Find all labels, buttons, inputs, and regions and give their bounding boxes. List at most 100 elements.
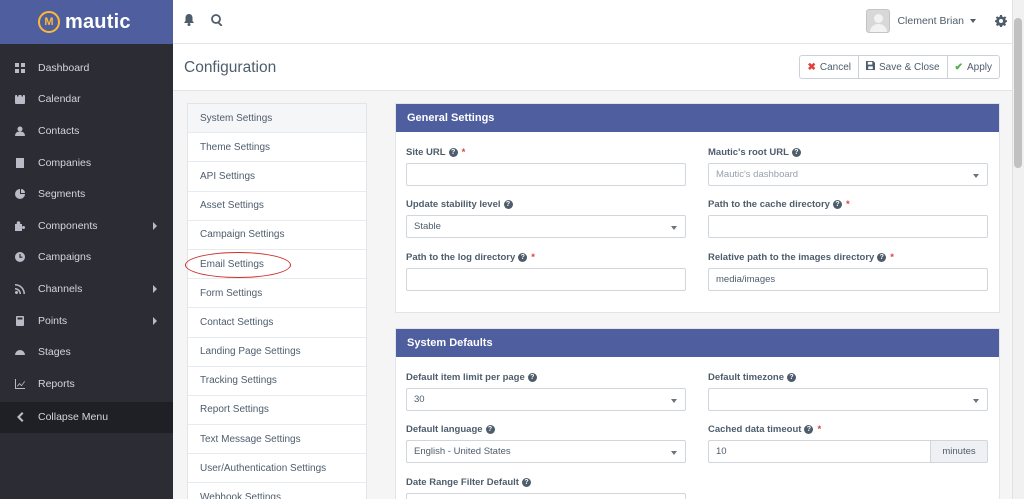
sidebar-item-dashboard[interactable]: Dashboard — [0, 52, 173, 84]
pie-chart-icon — [14, 188, 26, 200]
sidebar-item-calendar[interactable]: Calendar — [0, 84, 173, 116]
sidebar-item-label: Reports — [38, 377, 75, 390]
help-icon[interactable]: ? — [791, 147, 801, 157]
tachometer-icon — [14, 346, 26, 358]
language-select[interactable]: English - United States — [406, 440, 686, 463]
sidebar-item-campaigns[interactable]: Campaigns — [0, 242, 173, 274]
required-marker: * — [845, 198, 850, 210]
sidebar-item-companies[interactable]: Companies — [0, 147, 173, 179]
language-field: Default language? English - United State… — [406, 423, 686, 463]
sidebar-item-label: Points — [38, 314, 68, 327]
settings-tab-text-message[interactable]: Text Message Settings — [188, 425, 366, 455]
sidebar-item-label: Campaigns — [38, 251, 92, 264]
calendar-icon — [14, 93, 26, 105]
sidebar-item-label: Contacts — [38, 124, 80, 137]
cancel-label: Cancel — [819, 61, 851, 73]
page-header: Configuration ✖ Cancel Save & Close ✔ Ap… — [173, 44, 1012, 91]
help-icon[interactable]: ? — [503, 199, 513, 209]
help-icon[interactable]: ? — [518, 252, 528, 262]
check-icon: ✔ — [954, 61, 963, 73]
settings-tab-contact[interactable]: Contact Settings — [188, 308, 366, 338]
help-icon[interactable]: ? — [832, 199, 842, 209]
images-dir-input[interactable]: media/images — [708, 268, 988, 291]
email-settings-highlight-circle — [185, 252, 291, 278]
settings-tab-user-auth[interactable]: User/Authentication Settings — [188, 454, 366, 484]
sidebar-item-points[interactable]: Points — [0, 305, 173, 337]
cache-dir-field: Path to the cache directory? * — [708, 198, 988, 238]
stability-field: Update stability level? Stable — [406, 198, 686, 238]
collapse-menu-button[interactable]: Collapse Menu — [0, 401, 173, 434]
field-label: Path to the cache directory — [708, 198, 830, 210]
help-icon[interactable]: ? — [787, 372, 797, 382]
field-label: Date Range Filter Default — [406, 476, 519, 488]
line-chart-icon — [14, 378, 26, 390]
save-close-button[interactable]: Save & Close — [858, 55, 948, 79]
help-icon[interactable]: ? — [448, 147, 458, 157]
help-icon[interactable]: ? — [485, 424, 495, 434]
cache-timeout-input[interactable]: 10 — [708, 440, 931, 463]
scrollbar-thumb[interactable] — [1014, 18, 1022, 168]
settings-tab-campaign[interactable]: Campaign Settings — [188, 220, 366, 250]
help-icon[interactable]: ? — [877, 252, 887, 262]
images-dir-field: Relative path to the images directory? * … — [708, 251, 988, 291]
sidebar-item-label: Companies — [38, 156, 92, 169]
field-label: Site URL — [406, 146, 446, 158]
user-menu[interactable]: Clement Brian — [866, 9, 976, 33]
system-defaults-panel: System Defaults Default item limit per p… — [395, 328, 1000, 499]
timezone-select[interactable] — [708, 388, 988, 411]
field-label: Path to the log directory — [406, 251, 516, 263]
field-label: Default language — [406, 423, 483, 435]
sidebar-item-channels[interactable]: Channels — [0, 273, 173, 305]
settings-tab-api[interactable]: API Settings — [188, 162, 366, 192]
sidebar-item-reports[interactable]: Reports — [0, 368, 173, 400]
field-label: Update stability level — [406, 198, 501, 210]
log-dir-input[interactable] — [406, 268, 686, 291]
apply-label: Apply — [966, 61, 992, 73]
bell-icon[interactable] — [183, 14, 197, 28]
settings-tab-webhook[interactable]: Webhook Settings — [188, 483, 366, 499]
settings-tab-theme[interactable]: Theme Settings — [188, 133, 366, 163]
brand-header[interactable]: M mautic — [0, 0, 173, 44]
chevron-right-icon — [153, 221, 157, 230]
sidebar: M mautic Dashboard Calendar Contacts Com… — [0, 0, 173, 499]
timezone-field: Default timezone? — [708, 371, 988, 411]
help-icon[interactable]: ? — [527, 372, 537, 382]
collapse-menu-label: Collapse Menu — [38, 411, 109, 424]
search-icon[interactable] — [211, 14, 225, 28]
cancel-button[interactable]: ✖ Cancel — [799, 55, 859, 79]
item-limit-select[interactable]: 30 — [406, 388, 686, 411]
user-icon — [14, 125, 26, 137]
settings-tab-asset[interactable]: Asset Settings — [188, 191, 366, 221]
sidebar-item-label: Channels — [38, 282, 83, 295]
panel-heading: System Defaults — [396, 329, 999, 357]
root-url-select[interactable]: Mautic's dashboard — [708, 163, 988, 186]
site-url-input[interactable] — [406, 163, 686, 186]
field-label: Cached data timeout — [708, 423, 802, 435]
settings-tab-tracking[interactable]: Tracking Settings — [188, 366, 366, 396]
close-icon: ✖ — [807, 61, 816, 73]
help-icon[interactable]: ? — [521, 477, 531, 487]
settings-tab-landing-page[interactable]: Landing Page Settings — [188, 337, 366, 367]
sidebar-item-contacts[interactable]: Contacts — [0, 115, 173, 147]
sidebar-item-stages[interactable]: Stages — [0, 336, 173, 368]
toolbar-buttons: ✖ Cancel Save & Close ✔ Apply — [799, 55, 1000, 79]
settings-tab-report[interactable]: Report Settings — [188, 395, 366, 426]
sidebar-item-components[interactable]: Components — [0, 210, 173, 242]
cache-dir-input[interactable] — [708, 215, 988, 238]
sidebar-item-segments[interactable]: Segments — [0, 178, 173, 210]
gear-icon[interactable] — [995, 15, 1007, 27]
stability-select[interactable]: Stable — [406, 215, 686, 238]
field-label: Relative path to the images directory — [708, 251, 875, 263]
mautic-logo-icon: M — [38, 11, 60, 33]
settings-nav: System Settings Theme Settings API Setti… — [187, 103, 367, 499]
page-title: Configuration — [184, 59, 277, 76]
help-icon[interactable]: ? — [804, 424, 814, 434]
settings-tab-form[interactable]: Form Settings — [188, 279, 366, 309]
settings-tab-system[interactable]: System Settings — [188, 104, 366, 134]
log-dir-field: Path to the log directory? * — [406, 251, 686, 291]
page-scrollbar[interactable] — [1012, 0, 1024, 499]
required-marker: * — [890, 251, 894, 263]
date-range-select[interactable] — [406, 493, 686, 499]
apply-button[interactable]: ✔ Apply — [946, 55, 1000, 79]
rss-icon — [14, 283, 26, 295]
